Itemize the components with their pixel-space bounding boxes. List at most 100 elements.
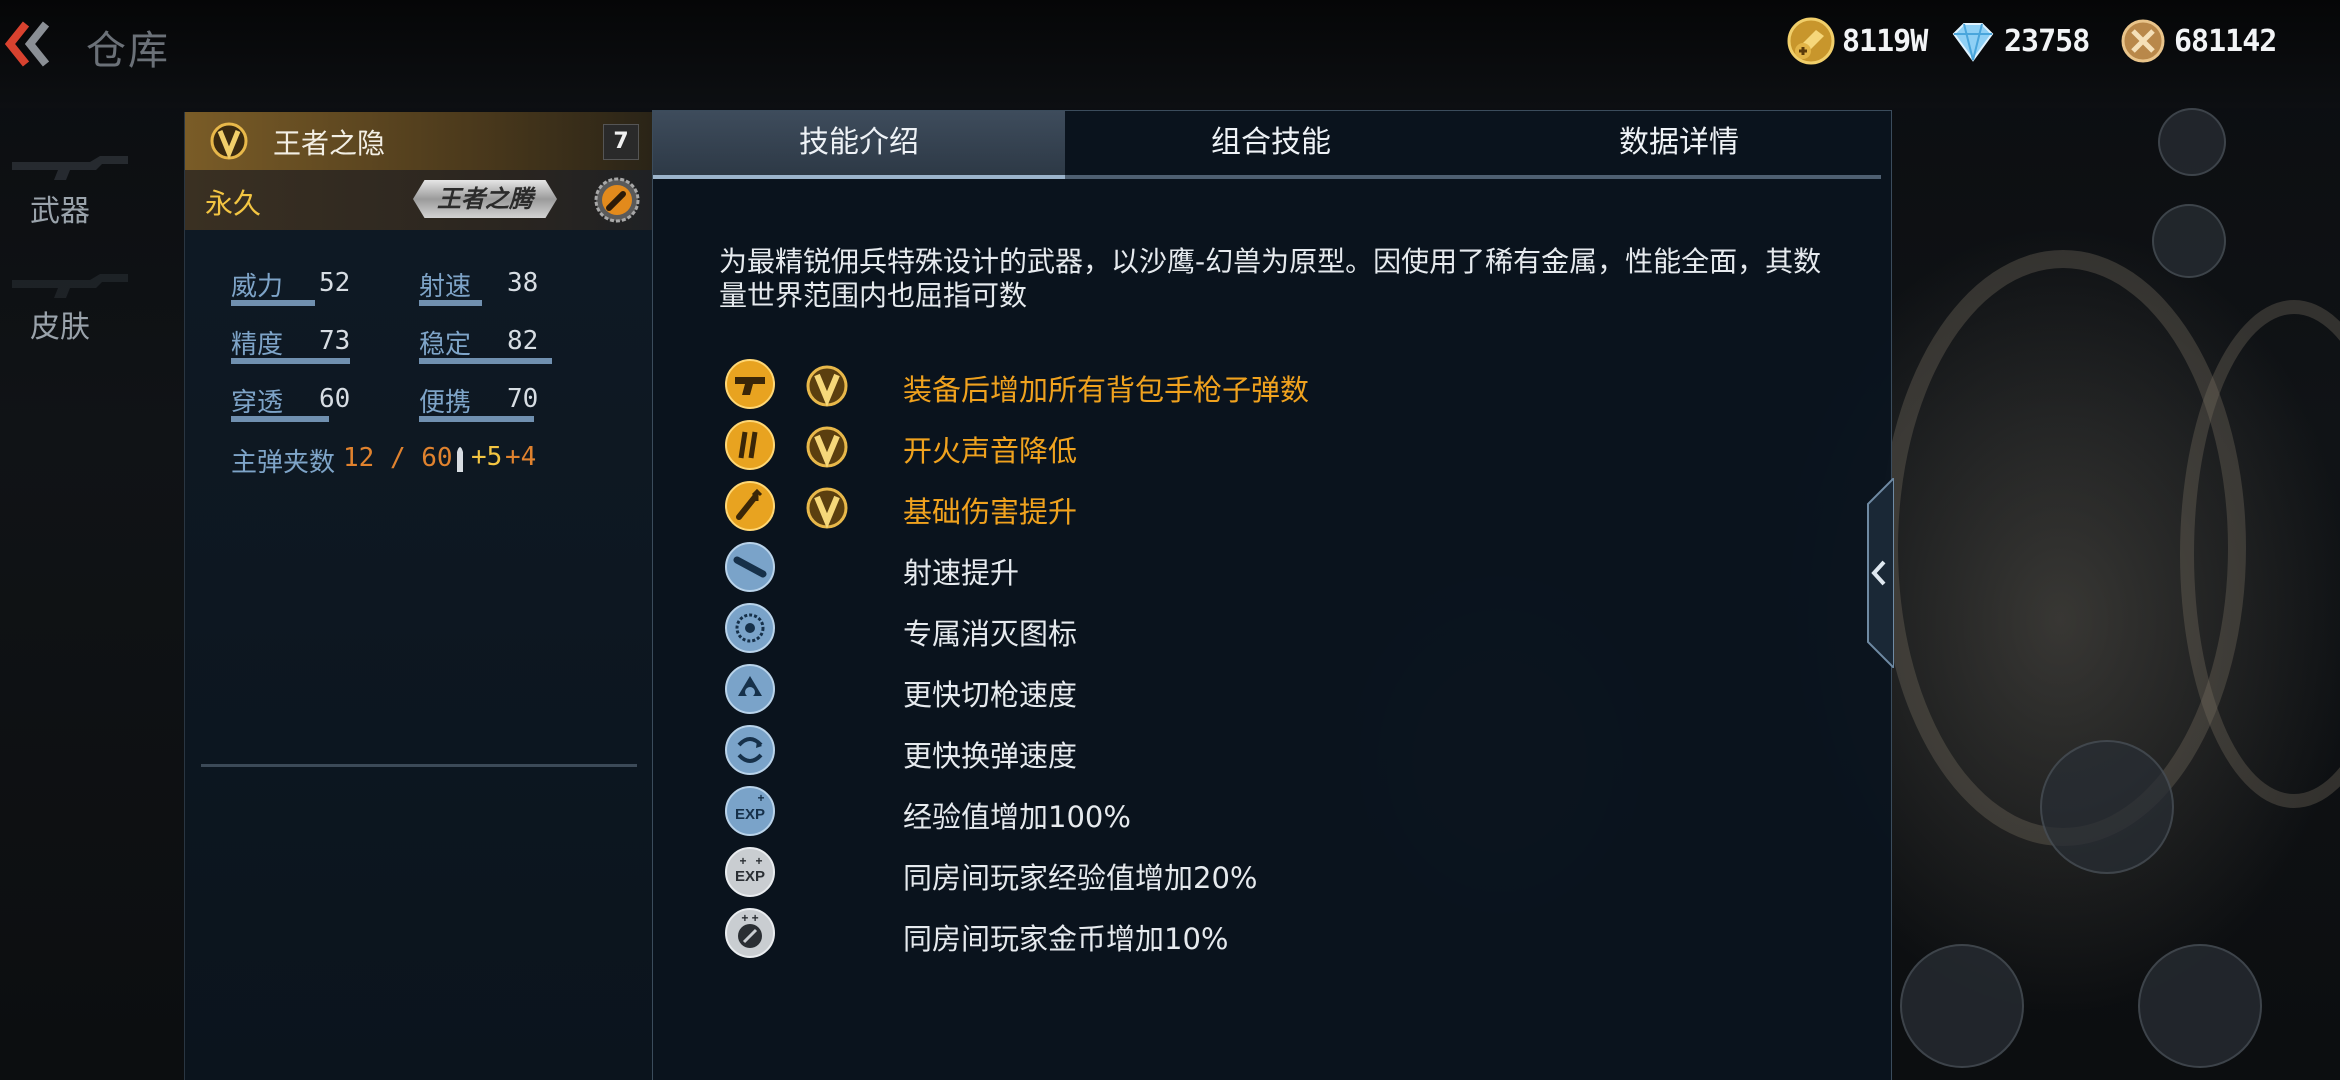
medal-amount: 681142 [2174,23,2277,59]
diamond-icon [1952,23,1994,62]
exp-icon: EXP + [725,786,775,836]
svg-text:+ +: + + [741,911,758,925]
diamond-amount: 23758 [2004,23,2090,59]
ammo-value: 12 / 60 [343,443,453,473]
skill-detail-panel: 技能介绍 组合技能 数据详情 为最精锐佣兵特殊设计的武器，以沙鹰-幻兽为原型。因… [652,110,1892,1080]
bullet-medal-icon[interactable] [593,176,641,224]
currency-gold[interactable]: 8119W [1786,16,1928,66]
stat-bar [231,358,350,364]
page-title: 仓库 [86,28,170,74]
stat-value: 73 [319,326,351,356]
stat-label: 威力 [231,272,284,302]
skill-row: EXP + + 同房间玩家经验值增加20% [723,845,1823,903]
skill-text: 开火声音降低 [903,434,1078,468]
stat-bar [231,300,315,306]
vip-v-badge-icon [210,122,248,160]
svg-text:+: + [739,854,746,868]
back-button[interactable] [0,14,60,74]
skill-row: 基础伤害提升 [723,479,1823,537]
collapse-panel-button[interactable] [1860,478,1894,668]
swap-weapon-button[interactable] [1900,944,2024,1068]
stat-stability: 稳定 82 [419,324,559,364]
skill-row: + + 同房间玩家金币增加10% [723,906,1823,964]
ammo-bonus: +5 [471,442,503,472]
tab-bar: 技能介绍 组合技能 数据详情 [653,111,1891,179]
weapon-info-panel: 王者之隐 7 永久 王者之腾 威力 52 射速 38 精度 73 稳定 82 穿… [184,112,653,1080]
skill-text: 更快切枪速度 [903,678,1078,712]
divider [201,764,637,767]
vip-v-badge-icon [806,487,848,529]
skill-row: 专属消灭图标 [723,601,1823,659]
stat-power: 威力 52 [231,266,371,306]
active-tab-indicator [653,175,1065,179]
settings-circle-button[interactable] [2158,108,2226,176]
svg-text:+: + [757,791,764,805]
tab-skill-intro[interactable]: 技能介绍 [653,111,1065,175]
svg-text:EXP: EXP [735,806,765,823]
stat-value: 82 [507,326,539,356]
weapon-name: 王者之隐 [273,127,386,160]
rifle-icon [12,156,128,180]
stat-bar [419,358,552,364]
tab-data-details[interactable]: 数据详情 [1477,111,1881,175]
skill-text: 射速提升 [903,556,1020,590]
vip-v-badge-icon [806,365,848,407]
skill-row: 射速提升 [723,540,1823,598]
weapon-description: 为最精锐佣兵特殊设计的武器，以沙鹰-幻兽为原型。因使用了稀有金属，性能全面，其数… [719,245,1822,312]
sidebar-item-skins[interactable]: 皮肤 [0,262,180,372]
stat-value: 52 [319,268,351,298]
currency-diamond[interactable]: 23758 [1948,16,2090,66]
silencer-icon [725,420,775,470]
stat-label: 便携 [419,388,472,418]
skill-text: 同房间玩家金币增加10% [903,922,1229,956]
sidebar-item-label: 皮肤 [30,310,90,345]
stat-accuracy: 精度 73 [231,324,371,364]
ammo-bonus-extra: +4 [505,442,537,472]
pistol-icon [725,359,775,409]
stat-penetration: 穿透 60 [231,382,371,422]
weapon-level-badge: 7 [603,124,639,160]
stat-label: 精度 [231,330,284,360]
skill-row: 装备后增加所有背包手枪子弹数 [723,357,1823,415]
weapon-header: 王者之隐 7 [185,112,653,170]
stat-value: 70 [507,384,539,414]
stat-portability: 便携 70 [419,382,559,422]
stat-label: 射速 [419,272,472,302]
weapon-subheader: 永久 王者之腾 [185,170,653,230]
gold-bar-icon [1787,17,1835,65]
skill-row: 更快切枪速度 [723,662,1823,720]
svg-text:+: + [755,854,762,868]
currency-medal[interactable]: 681142 [2118,16,2277,66]
stat-fire-rate: 射速 38 [419,266,559,306]
tab-combo-skills[interactable]: 组合技能 [1065,111,1477,175]
skill-text: 专属消灭图标 [903,617,1078,651]
gold-amount: 8119W [1842,23,1928,59]
skill-text: 基础伤害提升 [903,495,1078,529]
stat-value: 60 [319,384,351,414]
kill-icon [725,603,775,653]
damage-up-icon [725,481,775,531]
ammo-label: 主弹夹数 [231,448,336,478]
view-weapon-button[interactable] [2138,944,2262,1068]
rifle-icon [12,274,128,298]
bullet-icon [457,447,463,472]
room-coin-icon: + + [725,908,775,958]
first-person-toggle-button[interactable] [2152,204,2226,278]
weapon-duration: 永久 [205,187,262,220]
title-plate-text: 王者之腾 [437,185,533,213]
stat-bar [419,416,534,422]
sidebar-item-label: 武器 [30,194,90,229]
stat-label: 稳定 [419,330,472,360]
fire-rate-icon [725,542,775,592]
ammo-button[interactable] [2040,740,2174,874]
skill-text: 装备后增加所有背包手枪子弹数 [903,373,1310,407]
switch-speed-icon [725,664,775,714]
skill-text: 更快换弹速度 [903,739,1078,773]
sidebar-item-weapons[interactable]: 武器 [0,140,180,250]
stat-bar [419,300,482,306]
back-chevron-icon [4,21,50,67]
skill-row: 开火声音降低 [723,418,1823,476]
svg-text:EXP: EXP [735,868,765,885]
title-plate: 王者之腾 [413,180,557,218]
skill-text: 经验值增加100% [903,800,1131,834]
